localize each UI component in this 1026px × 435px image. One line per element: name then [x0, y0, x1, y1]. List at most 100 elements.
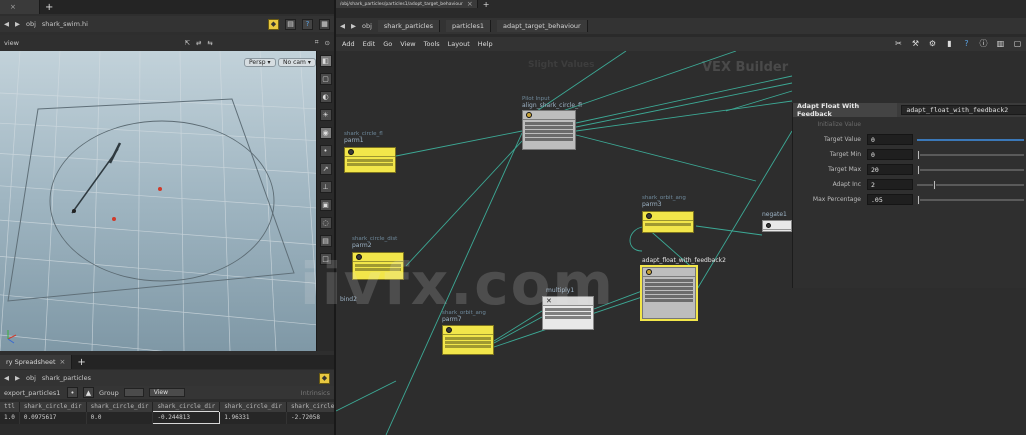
back-icon[interactable]: ◀ — [340, 22, 345, 30]
obj-path[interactable]: obj — [26, 20, 36, 28]
back-icon[interactable]: ◀ — [4, 374, 9, 382]
slider-knob[interactable] — [917, 164, 920, 175]
menu-layout[interactable]: Layout — [448, 40, 470, 48]
parameter-slider[interactable] — [917, 179, 1024, 190]
gear-icon[interactable]: ⚙ — [928, 38, 937, 48]
slider-knob[interactable] — [917, 149, 920, 160]
close-icon[interactable]: × — [60, 358, 66, 366]
node-network-canvas[interactable]: VEX Builder Slight Values Pilot Input al… — [336, 51, 1026, 435]
column-header[interactable]: shark_circle_dir — [219, 402, 288, 412]
prims-icon[interactable]: ▲ — [83, 387, 94, 398]
help-icon[interactable]: ? — [962, 38, 971, 48]
parameter-value-field[interactable]: 2 — [867, 179, 913, 190]
forward-icon[interactable]: ▶ — [351, 22, 356, 30]
menu-add[interactable]: Add — [342, 40, 355, 48]
parameter-slider[interactable] — [917, 149, 1024, 160]
camera-view-icon[interactable]: ◉ — [319, 127, 332, 139]
close-icon[interactable]: × — [467, 0, 473, 8]
node-name-field[interactable]: adapt_float_with_feedback2 — [901, 105, 1026, 115]
normals-icon[interactable]: ⊥ — [319, 181, 332, 193]
display-flag-icon[interactable]: ▮ — [945, 38, 954, 48]
parameter-value-field[interactable]: .05 — [867, 194, 913, 205]
menu-edit[interactable]: Edit — [363, 40, 376, 48]
table-cell[interactable]: -2.72058 — [286, 411, 334, 424]
parameter-row: Target Value 0 — [793, 132, 1026, 147]
slider-knob[interactable] — [917, 194, 920, 205]
obj-path[interactable]: obj — [26, 374, 36, 382]
bounds-icon[interactable]: □ — [319, 253, 332, 265]
node-path[interactable]: shark_particles — [42, 374, 91, 382]
3d-viewport[interactable]: Persp ▾ No cam ▾ — [0, 51, 316, 351]
column-header[interactable]: shark_circle_dir — [152, 402, 221, 412]
column-header[interactable]: shark_circle_fl — [286, 402, 334, 412]
sheet-tab[interactable]: ry Spreadsheet × — [0, 355, 73, 369]
display-icon[interactable]: ◧ — [319, 55, 332, 67]
template-icon[interactable]: ▤ — [319, 235, 332, 247]
info-icon[interactable]: ⓘ — [979, 38, 988, 48]
move-icon[interactable]: ⇄ — [196, 39, 201, 47]
table-cell[interactable]: 1.0 — [0, 411, 20, 424]
help-icon[interactable]: ? — [302, 18, 313, 30]
menu-tools[interactable]: Tools — [424, 40, 440, 48]
network-breadcrumb[interactable]: /obj/shark_particles/particles1/adopt_ta… — [336, 0, 478, 8]
snapshot-icon[interactable]: ▣ — [319, 199, 332, 211]
parameter-slider[interactable] — [917, 138, 1024, 141]
back-icon[interactable]: ◀ — [4, 20, 9, 28]
tools-icon[interactable]: ✂ — [894, 38, 903, 48]
column-header[interactable]: shark_circle_dir — [19, 402, 87, 412]
view-menu[interactable]: View — [148, 388, 185, 397]
column-header[interactable]: shark_circle_dir — [86, 402, 154, 412]
node-path[interactable]: shark_swim.hi — [42, 20, 88, 28]
intrinsics-label[interactable]: Intrinsics — [301, 389, 330, 397]
add-tab-icon[interactable]: + — [40, 0, 58, 14]
lights-icon[interactable]: ☀ — [319, 109, 332, 121]
scene-tab[interactable]: × — [0, 0, 40, 14]
snap-icon[interactable]: ⌗ — [315, 38, 319, 47]
node-icon — [526, 112, 532, 118]
table-cell[interactable]: 0.0975617 — [19, 411, 87, 424]
wireframe-icon[interactable]: ▢ — [319, 73, 332, 85]
vector-icon[interactable]: ↗ — [319, 163, 332, 175]
menu-view[interactable]: View — [400, 40, 415, 48]
table-cell[interactable]: 1.96331 — [219, 411, 288, 424]
wrench-icon[interactable]: ⚒ — [911, 38, 920, 48]
group-field[interactable] — [123, 388, 144, 397]
parameter-slider[interactable] — [917, 194, 1024, 205]
pin-icon[interactable]: ◆ — [268, 18, 279, 30]
select-icon[interactable]: ⇱ — [185, 39, 190, 47]
network-tab-1[interactable]: shark_particles — [377, 20, 440, 32]
table-cell[interactable]: -0.244813 — [152, 411, 221, 424]
menu-help[interactable]: Help — [478, 40, 493, 48]
obj-path[interactable]: obj — [362, 22, 372, 30]
transform-icon[interactable]: ⇆ — [207, 39, 212, 47]
network-tab-3[interactable]: adapt_target_behaviour — [497, 20, 588, 32]
parameter-value-field[interactable]: 0 — [867, 134, 913, 145]
layout-icon[interactable]: ▤ — [285, 18, 296, 30]
close-icon[interactable]: × — [10, 3, 16, 11]
menu-go[interactable]: Go — [383, 40, 392, 48]
table-row[interactable]: 1.0 0.0975617 0.0 -0.244813 1.96331 -2.72058 — [0, 411, 334, 424]
persp-menu[interactable]: Persp ▾ — [244, 58, 276, 67]
split-icon[interactable]: ▥ — [996, 38, 1005, 48]
shading-icon[interactable]: ◐ — [319, 91, 332, 103]
point-icon[interactable]: • — [319, 145, 332, 157]
points-icon[interactable]: • — [67, 387, 78, 398]
add-tab-icon[interactable]: + — [72, 355, 90, 369]
grid-icon[interactable]: ▦ — [319, 18, 330, 30]
table-cell[interactable]: 0.0 — [86, 411, 154, 424]
camera-icon[interactable]: ⊙ — [325, 39, 330, 47]
node-field[interactable]: export_particles1 — [4, 389, 62, 397]
slider-knob[interactable] — [933, 179, 937, 190]
ghost-icon[interactable]: ◌ — [319, 217, 332, 229]
forward-icon[interactable]: ▶ — [15, 20, 20, 28]
parameter-value-field[interactable]: 20 — [867, 164, 913, 175]
parameter-value-field[interactable]: 0 — [867, 149, 913, 160]
camera-menu[interactable]: No cam ▾ — [278, 58, 316, 67]
column-header[interactable]: ttl — [0, 402, 20, 412]
network-tab-2[interactable]: particles1 — [446, 20, 492, 32]
add-tab-icon[interactable]: + — [478, 0, 495, 9]
parameter-slider[interactable] — [917, 164, 1024, 175]
maximize-icon[interactable]: ▢ — [1013, 38, 1022, 48]
pin-icon[interactable]: ◆ — [319, 372, 330, 384]
forward-icon[interactable]: ▶ — [15, 374, 20, 382]
